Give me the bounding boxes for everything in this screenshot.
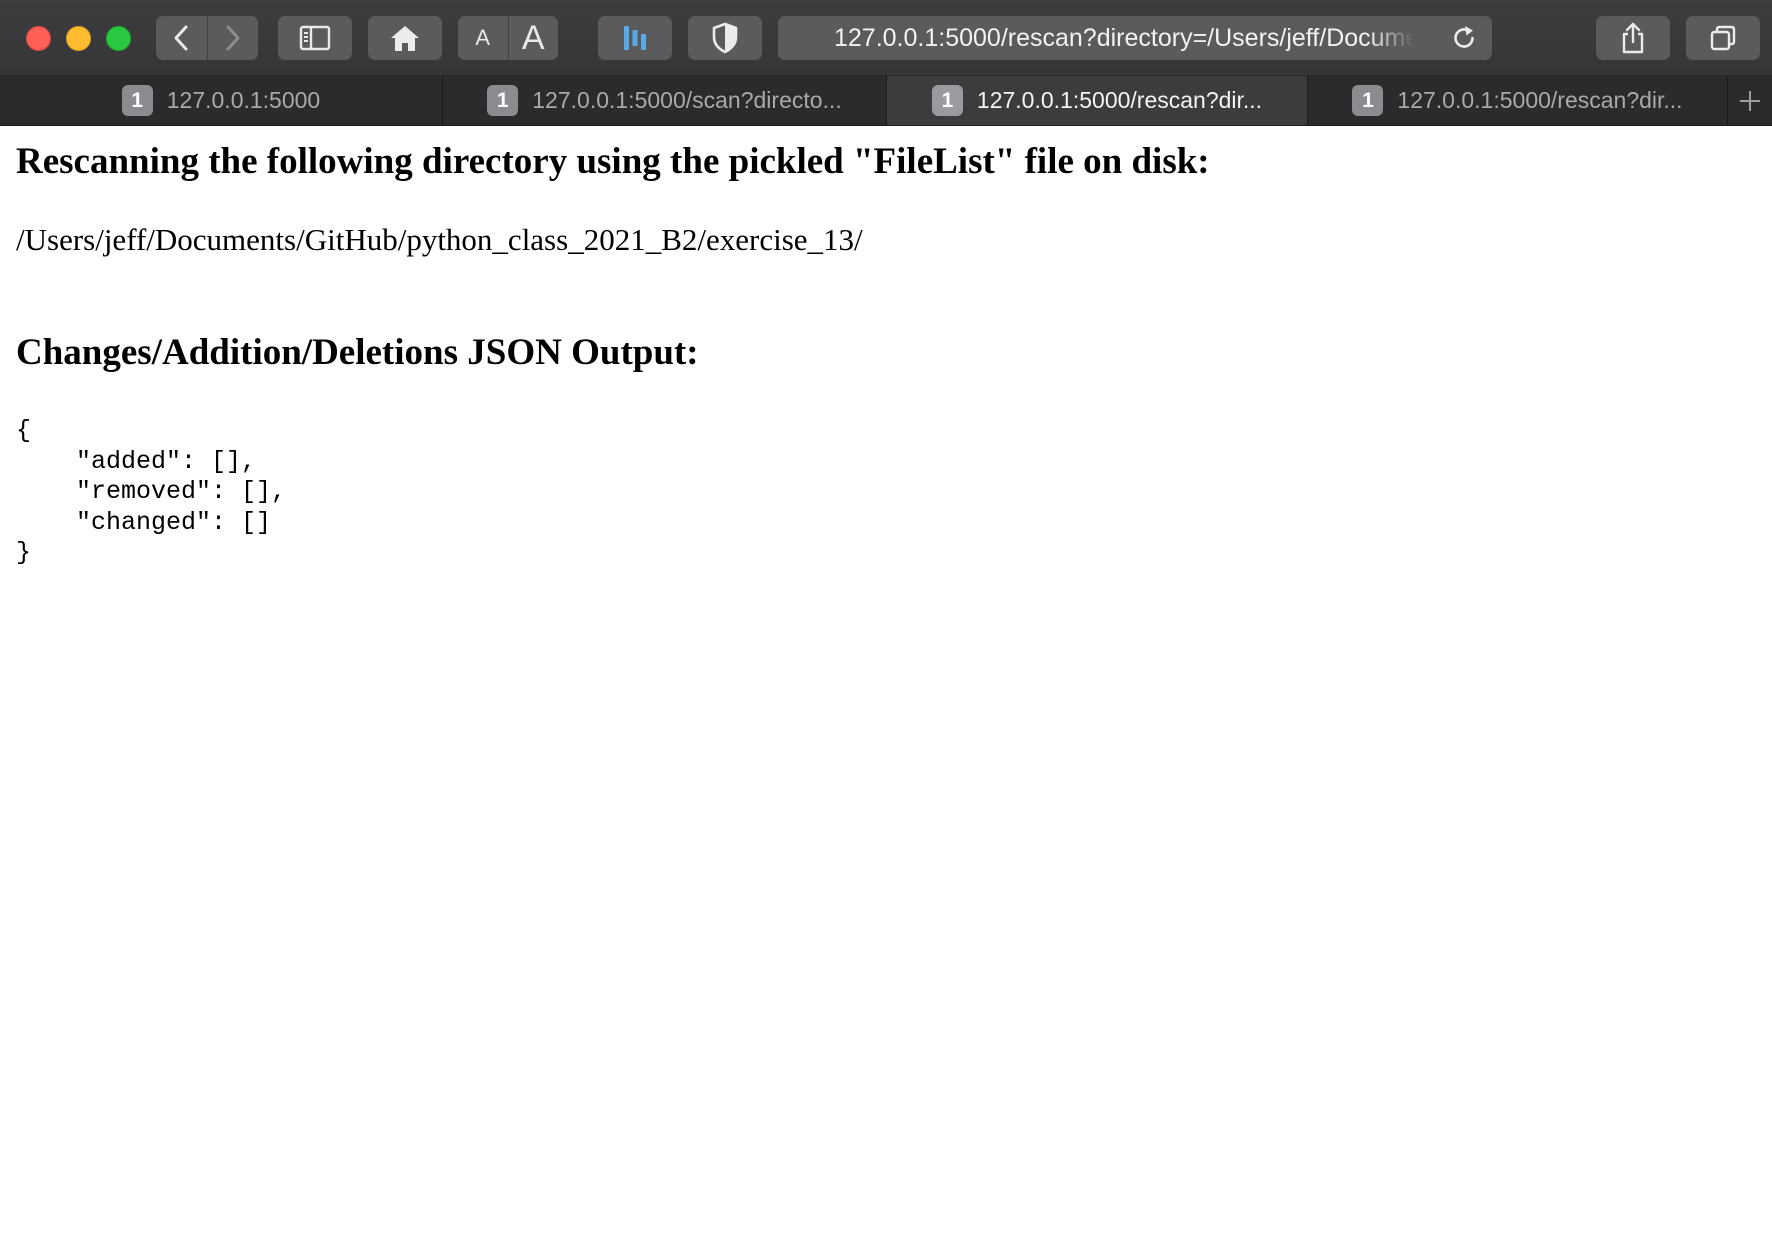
- home-button[interactable]: [368, 16, 442, 60]
- tab-title: 127.0.0.1:5000/scan?directo...: [532, 87, 842, 113]
- json-output-block: { "added": [], "removed": [], "changed":…: [16, 416, 287, 567]
- shield-icon: [712, 22, 738, 54]
- tab-2[interactable]: 1 127.0.0.1:5000/scan?directo...: [443, 76, 886, 125]
- json-output-heading: Changes/Addition/Deletions JSON Output:: [16, 332, 699, 373]
- chevron-left-icon: [174, 25, 188, 51]
- privacy-report-button[interactable]: [688, 16, 762, 60]
- extension-bars-icon: [624, 26, 646, 50]
- new-tab-button[interactable]: [1728, 76, 1772, 125]
- minimize-window-button[interactable]: [66, 26, 91, 51]
- reload-icon[interactable]: [1450, 24, 1478, 52]
- address-url[interactable]: 127.0.0.1:5000/rescan?directory=/Users/j…: [834, 16, 1414, 60]
- sidebar-toggle-button[interactable]: [278, 16, 352, 60]
- share-icon: [1622, 22, 1644, 54]
- page-content: Rescanning the following directory using…: [0, 126, 1772, 1236]
- share-button[interactable]: [1596, 16, 1670, 60]
- tabs-overview-icon: [1710, 25, 1736, 51]
- tab-title: 127.0.0.1:5000/rescan?dir...: [976, 87, 1263, 113]
- font-small-label: A: [475, 25, 491, 50]
- tab-title: 127.0.0.1:5000: [166, 87, 321, 113]
- sidebar-icon: [299, 25, 331, 51]
- navigation-buttons: [156, 16, 258, 60]
- tab-badge: 1: [487, 85, 519, 116]
- tab-badge: 1: [121, 85, 153, 116]
- increase-font-button[interactable]: A: [508, 16, 558, 60]
- tab-4[interactable]: 1 127.0.0.1:5000/rescan?dir...: [1308, 76, 1727, 125]
- home-icon: [391, 26, 419, 51]
- tab-title: 127.0.0.1:5000/rescan?dir...: [1397, 87, 1683, 113]
- chevron-right-icon: [226, 25, 240, 51]
- browser-toolbar: A A 127.0.0.1:5000/rescan?directory=/Use…: [0, 0, 1772, 76]
- tab-bar: 1 127.0.0.1:5000 1 127.0.0.1:5000/scan?d…: [0, 76, 1772, 126]
- plus-icon: [1740, 90, 1760, 111]
- extension-button[interactable]: [598, 16, 672, 60]
- zoom-window-button[interactable]: [106, 26, 131, 51]
- decrease-font-button[interactable]: A: [458, 16, 508, 60]
- tab-badge: 1: [931, 85, 963, 116]
- tab-1[interactable]: 1 127.0.0.1:5000: [0, 76, 442, 125]
- forward-button[interactable]: [207, 16, 258, 60]
- tab-3-active[interactable]: 1 127.0.0.1:5000/rescan?dir...: [887, 76, 1307, 125]
- tab-badge: 1: [1352, 85, 1384, 116]
- back-button[interactable]: [156, 16, 207, 60]
- font-large-label: A: [521, 18, 545, 57]
- close-window-button[interactable]: [26, 26, 51, 51]
- directory-path: /Users/jeff/Documents/GitHub/python_clas…: [16, 222, 863, 257]
- font-size-buttons: A A: [458, 16, 558, 60]
- address-bar[interactable]: 127.0.0.1:5000/rescan?directory=/Users/j…: [778, 16, 1492, 60]
- tabs-overview-button[interactable]: [1686, 16, 1760, 60]
- page-heading: Rescanning the following directory using…: [16, 141, 1210, 182]
